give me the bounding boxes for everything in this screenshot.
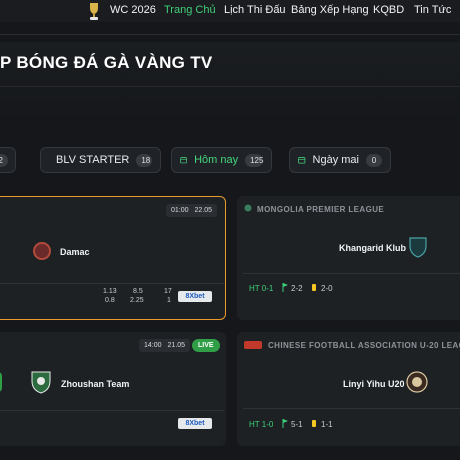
filter-chip-blv-starter[interactable]: BLV STARTER 18 [40, 147, 161, 173]
cards-count: 2-0 [321, 284, 333, 293]
filter-chip-today[interactable]: Hôm nay 125 [171, 147, 272, 173]
nav-divider [0, 34, 460, 35]
filter-label: Ngày mai [312, 154, 359, 166]
kickoff-date: 21.05 [167, 342, 186, 349]
kickoff-date: 22.05 [194, 207, 213, 214]
nav-home[interactable]: Trang Chủ [164, 4, 216, 16]
filter-chip-all[interactable]: 32 [0, 147, 16, 173]
corner-flag-icon [282, 419, 288, 428]
league-name: CHINESE FOOTBALL ASSOCIATION U-20 LEAGUE [268, 341, 460, 350]
filter-label: Hôm nay [194, 154, 239, 166]
cards-count: 1-1 [321, 420, 333, 429]
odds-divider [0, 283, 224, 284]
halftime-score: HT 1-0 [249, 420, 274, 429]
team-name: Damac [60, 247, 90, 257]
odds-value: 17 [164, 288, 172, 295]
filter-count: 0 [366, 153, 382, 167]
yellow-card-icon [312, 420, 316, 427]
league-name: MONGOLIA PREMIER LEAGUE [257, 205, 385, 214]
corners-count: 2-2 [291, 284, 303, 293]
kickoff-time: 01:00 [171, 207, 189, 214]
bookmaker-badge[interactable]: 8Xbet [178, 291, 212, 302]
team-logo-zhoushan [31, 371, 51, 394]
nav-schedule[interactable]: Lịch Thi Đấu [224, 4, 286, 16]
filter-count: 125 [245, 153, 263, 167]
hero-divider [0, 86, 460, 87]
nav-wc-2026[interactable]: WC 2026 [110, 4, 156, 16]
match-time: 01:00 22.05 [166, 204, 218, 217]
nav-results[interactable]: KQBD [373, 4, 404, 16]
filter-count: 18 [136, 153, 153, 167]
odds-value: 1 [167, 297, 171, 304]
yellow-card-icon [312, 284, 316, 291]
stats-divider [243, 273, 460, 274]
league-logo-icon [244, 341, 262, 349]
nav-standings[interactable]: Bảng Xếp Hạng [291, 4, 369, 16]
filter-count: 32 [0, 154, 8, 167]
team-logo-damac [33, 242, 51, 260]
odds-value: 8.5 [133, 288, 143, 295]
stats-divider [243, 408, 460, 409]
kickoff-time: 14:00 [144, 342, 162, 349]
team-name: Zhoushan Team [61, 379, 130, 389]
halftime-score: HT 0-1 [249, 284, 274, 293]
corner-flag-icon [282, 283, 288, 292]
calendar-icon [180, 157, 187, 164]
match-card-khangarid[interactable] [237, 196, 460, 320]
team-logo-linyi [406, 371, 428, 393]
filter-chip-tomorrow[interactable]: Ngày mai 0 [289, 147, 391, 173]
match-time: 14:00 21.05 [139, 339, 191, 352]
nav-news[interactable]: Tin Tức [414, 4, 451, 16]
odds-value: 2.25 [130, 297, 144, 304]
team-name: Khangarid Klub [339, 243, 406, 253]
team-name: Linyi Yihu U20 [343, 379, 405, 389]
world-cup-trophy-icon[interactable] [86, 2, 102, 22]
bookmaker-badge[interactable]: 8Xbet [178, 418, 212, 429]
odds-divider [0, 410, 224, 411]
page-title: P BÓNG ĐÁ GÀ VÀNG TV [0, 53, 213, 72]
odds-value: 1.13 [103, 288, 117, 295]
corners-count: 5-1 [291, 420, 303, 429]
team-logo-partial [0, 372, 2, 392]
calendar-icon [298, 156, 306, 164]
live-badge: LIVE [192, 339, 220, 352]
filter-label: BLV STARTER [56, 154, 130, 166]
top-nav: WC 2026 Trang Chủ Lịch Thi Đấu Bảng Xếp … [0, 0, 460, 22]
league-flag-icon [244, 204, 252, 212]
odds-value: 0.8 [105, 297, 115, 304]
team-logo-khangarid [409, 237, 427, 258]
